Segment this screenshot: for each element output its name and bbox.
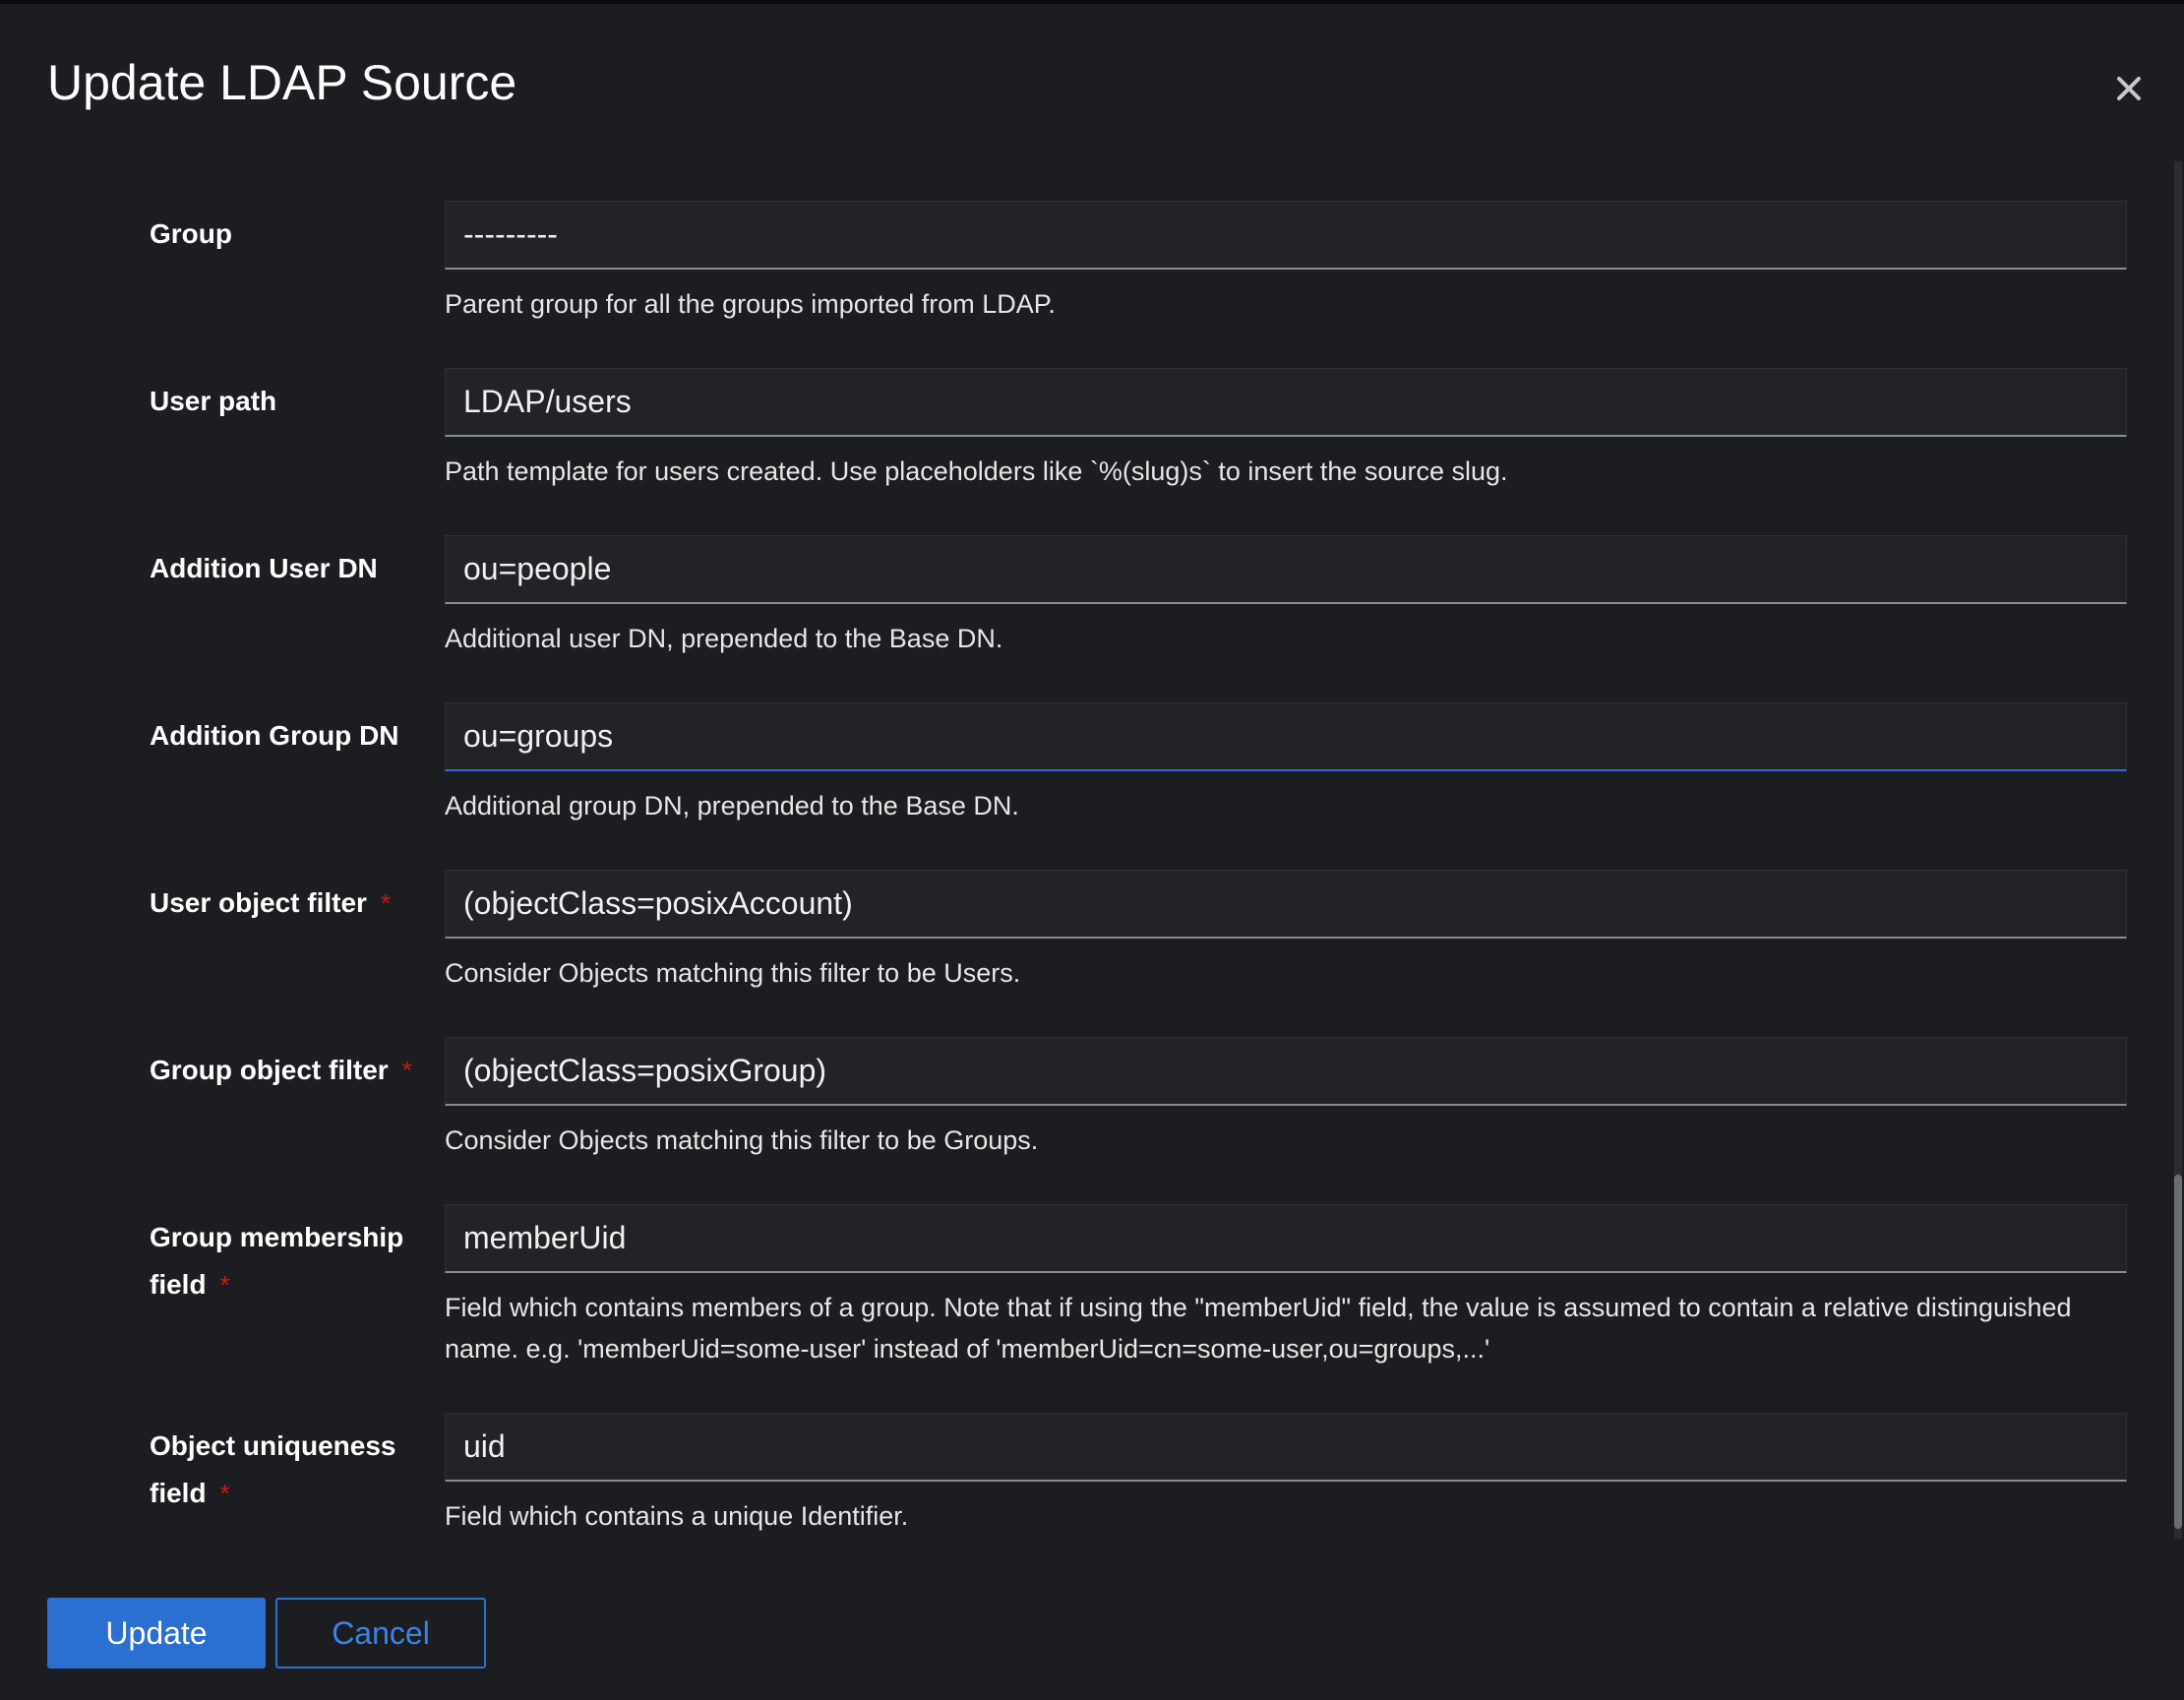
modal-scrollbar[interactable]: [2174, 161, 2182, 1539]
user-path-input[interactable]: [445, 368, 2127, 437]
close-button[interactable]: [2105, 65, 2153, 112]
object-uniqueness-field-label-text: Object uniqueness field: [150, 1430, 396, 1508]
close-icon: [2116, 76, 2142, 101]
required-indicator: *: [220, 1270, 230, 1300]
cancel-button[interactable]: Cancel: [275, 1598, 486, 1669]
object-uniqueness-field-label: Object uniqueness field*: [150, 1423, 415, 1517]
addition-user-dn-input[interactable]: [445, 535, 2127, 604]
group-membership-field-label: Group membership field*: [150, 1214, 415, 1308]
required-indicator: *: [402, 1056, 412, 1085]
group-select[interactable]: [445, 201, 2127, 270]
user-path-label-text: User path: [150, 386, 276, 416]
group-object-filter-label: Group object filter *: [150, 1047, 445, 1094]
user-object-filter-help: Consider Objects matching this filter to…: [445, 952, 2127, 994]
user-path-label: User path: [150, 378, 425, 425]
group-object-filter-label-text: Group object filter: [150, 1055, 389, 1085]
user-object-filter-label: User object filter *: [150, 880, 425, 927]
user-object-filter-input[interactable]: [445, 870, 2127, 939]
group-help: Parent group for all the groups imported…: [445, 283, 2127, 325]
addition-user-dn-label: Addition User DN: [150, 545, 425, 592]
group-membership-field-help: Field which contains members of a group.…: [445, 1287, 2127, 1369]
group-membership-field-label-text: Group membership field: [150, 1222, 403, 1300]
update-ldap-source-modal: Update LDAP Source Group Parent group fo…: [0, 4, 2184, 1700]
user-object-filter-label-text: User object filter: [150, 887, 367, 918]
group-label: Group: [150, 211, 425, 258]
addition-group-dn-label-text: Addition Group DN: [150, 720, 399, 751]
object-uniqueness-field-input[interactable]: [445, 1413, 2127, 1482]
group-membership-field-input[interactable]: [445, 1204, 2127, 1273]
addition-user-dn-help: Additional user DN, prepended to the Bas…: [445, 618, 2127, 659]
required-indicator: *: [381, 888, 391, 918]
group-label-text: Group: [150, 218, 232, 249]
addition-group-dn-label: Addition Group DN: [150, 712, 425, 759]
addition-group-dn-help: Additional group DN, prepended to the Ba…: [445, 785, 2127, 826]
required-indicator: *: [220, 1479, 230, 1508]
group-object-filter-help: Consider Objects matching this filter to…: [445, 1120, 2127, 1161]
addition-user-dn-label-text: Addition User DN: [150, 553, 378, 583]
addition-group-dn-input[interactable]: [445, 702, 2127, 771]
group-object-filter-input[interactable]: [445, 1037, 2127, 1106]
modal-title: Update LDAP Source: [47, 53, 516, 112]
user-path-help: Path template for users created. Use pla…: [445, 451, 2127, 492]
update-button[interactable]: Update: [47, 1598, 266, 1669]
scrollbar-thumb[interactable]: [2174, 1175, 2182, 1529]
object-uniqueness-field-help: Field which contains a unique Identifier…: [445, 1495, 2127, 1537]
modal-footer: Update Cancel: [47, 1598, 486, 1669]
